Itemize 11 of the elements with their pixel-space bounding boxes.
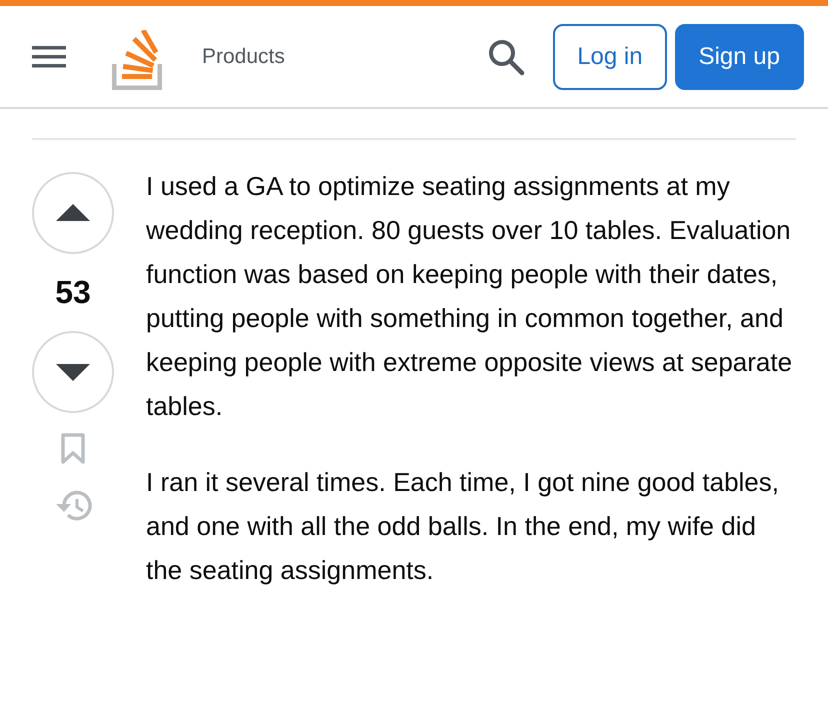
products-link[interactable]: Products: [202, 44, 285, 68]
up-triangle-icon: [56, 204, 90, 222]
down-triangle-icon: [56, 363, 90, 381]
search-icon[interactable]: [487, 38, 526, 76]
login-button[interactable]: Log in: [553, 24, 667, 90]
answer-paragraph: I used a GA to optimize seating assignments at my wedding reception. 80 guests over 10 tables. Evaluation function was based on keeping people with their dates, putting people with something in common together, and keeping people with extreme opposite views at separate tables.: [146, 170, 794, 423]
vote-count: 53: [55, 274, 91, 311]
signup-button[interactable]: Sign up: [674, 24, 804, 90]
answer-paragraph: I ran it several times. Each time, I got nine good tables, and one with all the odd balls. In the end, my wife did the seating assignments.: [146, 466, 780, 587]
logo-icon[interactable]: [112, 30, 162, 90]
menu-icon[interactable]: [32, 46, 66, 68]
